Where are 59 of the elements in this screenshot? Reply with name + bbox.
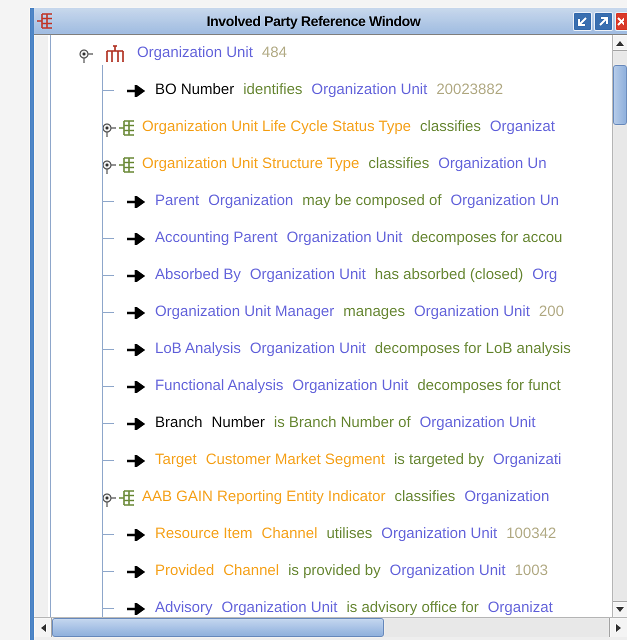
row-text: may be composed of	[302, 191, 442, 212]
row-text: Organization Unit	[390, 561, 506, 582]
row-text: is Branch Number of	[274, 413, 411, 434]
row-text: Accounting Parent	[155, 228, 278, 248]
row-text: Organizat	[490, 117, 555, 138]
row-text: Organization Unit	[137, 43, 253, 64]
row-text: Resource Item	[155, 524, 253, 544]
window-title: Involved Party Reference Window	[206, 12, 422, 31]
row-text: Organization Unit	[250, 265, 366, 286]
row-text: Provided	[155, 561, 214, 582]
row-text: Organization Unit Structure Type	[142, 154, 360, 174]
row-text: Organization Unit	[420, 413, 536, 434]
row-text: Org	[532, 265, 558, 286]
row-text: has absorbed (closed)	[374, 265, 524, 286]
row-text: Functional Analysis	[155, 376, 284, 396]
row-text: Branch	[155, 413, 203, 434]
row-text: manages	[343, 302, 405, 322]
row-text: is targeted by	[394, 450, 484, 470]
row-text: Organization Unit	[286, 228, 402, 248]
row-text: Channel	[223, 561, 280, 582]
row-text: 100342	[506, 524, 556, 544]
row-text: Organization Un	[438, 154, 547, 174]
row-text: utilises	[326, 524, 372, 544]
row-text: Organization	[464, 487, 550, 508]
row-text: Target	[155, 450, 197, 470]
row-text: classifies	[394, 487, 456, 508]
row-text: decomposes for funct	[417, 376, 561, 396]
row-text: classifies	[368, 154, 430, 174]
row-text: Organization Unit	[292, 376, 408, 396]
row-text: LoB Analysis	[155, 339, 241, 360]
row-text: decomposes for accou	[411, 228, 562, 248]
row-text: Organization Unit	[311, 80, 428, 100]
row-text: Organizat	[488, 598, 553, 617]
row-text: Advisory	[155, 598, 213, 617]
row-text: AAB GAIN Reporting Entity Indicator	[142, 487, 386, 508]
row-text: Number	[212, 413, 265, 434]
row-text: 484	[262, 43, 287, 64]
row-text: decomposes for LoB analysis	[374, 339, 571, 360]
row-text: 1003	[514, 561, 548, 582]
row-text: Absorbed By	[155, 265, 241, 286]
row-text: Organization Unit	[222, 598, 338, 617]
row-text: is advisory office for	[346, 598, 479, 617]
row-text: identifies	[243, 80, 302, 100]
row-text: is provided by	[288, 561, 381, 582]
row-text: Organization Unit	[381, 524, 498, 544]
row-text: Organization Unit	[250, 339, 366, 360]
row-text: Organization Unit Life Cycle Status Type	[142, 117, 412, 138]
row-text: Organizati	[493, 450, 562, 470]
row-text: Organization Unit Manager	[155, 302, 334, 322]
row-text: 200	[538, 302, 564, 322]
row-text: Customer Market Segment	[206, 450, 385, 470]
row-text: Parent	[155, 191, 200, 212]
row-text: Organization	[208, 191, 294, 212]
row-text: 20023882	[436, 80, 504, 100]
row-text: Organization Un	[450, 191, 559, 212]
row-text: Channel	[262, 524, 318, 544]
row-text: BO Number	[155, 80, 234, 100]
row-text: Organization Unit	[414, 302, 530, 322]
row-text: classifies	[420, 117, 481, 138]
